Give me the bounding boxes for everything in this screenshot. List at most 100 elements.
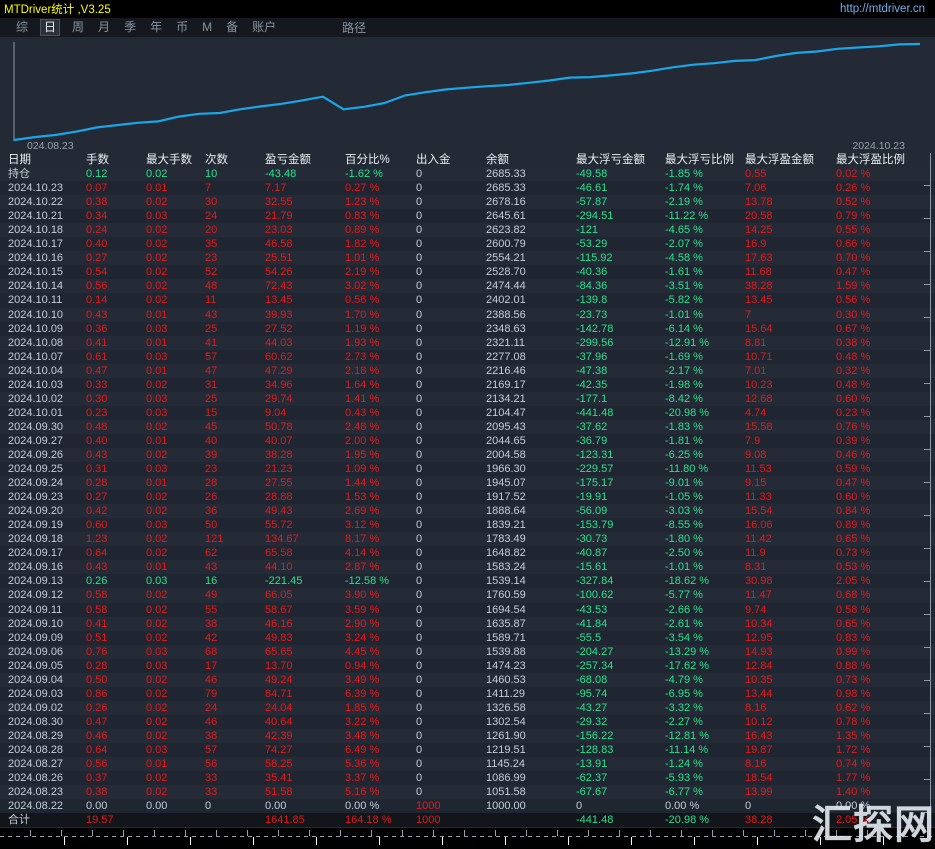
table-cell: 40.07 bbox=[265, 434, 293, 447]
table-cell: 0.07 bbox=[86, 182, 108, 195]
table-cell: 7.17 bbox=[265, 182, 287, 195]
table-cell: 2024.09.03 bbox=[8, 687, 64, 700]
table-row: 2024.09.16 0.43 0.01 43 44.10 2.87 % 0 1583.24 -… bbox=[0, 560, 935, 575]
table-cell: -11.80 % bbox=[665, 463, 709, 476]
table-cell: 2321.11 bbox=[486, 336, 525, 349]
table-row: 2024.08.23 0.38 0.02 33 51.58 5.16 % 0 1051.58 -… bbox=[0, 785, 935, 800]
table-cell: -4.65 % bbox=[665, 224, 703, 237]
table-cell: -36.79 bbox=[576, 434, 608, 447]
table-row: 2024.10.08 0.41 0.01 41 44.03 1.93 % 0 2321.11 -… bbox=[0, 335, 935, 350]
table-cell: 2474.44 bbox=[486, 280, 526, 293]
table-row: 2024.10.16 0.27 0.02 23 25.51 1.01 % 0 2554.21 -… bbox=[0, 251, 935, 266]
table-cell: 49.24 bbox=[265, 673, 293, 686]
table-cell: 0.02 bbox=[146, 533, 168, 546]
bottom-time-ruler[interactable] bbox=[0, 828, 935, 847]
table-cell: 0 bbox=[416, 238, 423, 251]
table-cell: 2044.65 bbox=[486, 434, 526, 447]
table-cell: -2.61 % bbox=[665, 617, 703, 630]
menu-item-币[interactable]: 币 bbox=[174, 19, 190, 36]
table-cell: 0 bbox=[416, 561, 423, 574]
table-cell: 3.22 % bbox=[345, 715, 380, 728]
table-cell: 7.06 bbox=[745, 182, 767, 195]
table-cell: 1000 bbox=[416, 800, 441, 813]
app-url-link[interactable]: http://mtdriver.cn bbox=[840, 3, 935, 15]
table-cell: 0.01 bbox=[146, 364, 168, 377]
table-cell: 10.71 bbox=[745, 350, 773, 363]
menu-item-账户[interactable]: 账户 bbox=[250, 19, 278, 36]
table-row: 2024.10.01 0.23 0.03 15 9.04 0.43 % 0 2104.47 -4… bbox=[0, 405, 935, 420]
table-cell: 44.10 bbox=[265, 561, 293, 574]
table-cell: 0.02 bbox=[146, 448, 168, 461]
table-row: 2024.08.27 0.56 0.01 56 58.25 5.36 % 0 1145.24 -… bbox=[0, 757, 935, 772]
table-cell: 1917.52 bbox=[486, 491, 526, 504]
menu-item-备[interactable]: 备 bbox=[224, 19, 240, 36]
table-cell: 0.30 bbox=[86, 392, 108, 405]
menu-item-季[interactable]: 季 bbox=[122, 19, 138, 36]
table-cell: 0.38 bbox=[86, 786, 108, 799]
table-cell: 0.54 bbox=[86, 266, 108, 279]
table-cell: 0.53 % bbox=[836, 561, 871, 574]
table-cell: 20.58 bbox=[745, 210, 773, 223]
table-cell: -294.51 bbox=[576, 210, 614, 223]
table-cell: 0.76 % bbox=[836, 420, 871, 433]
table-row: 2024.09.11 0.58 0.02 55 58.67 3.59 % 0 1694.54 -… bbox=[0, 602, 935, 617]
table-cell: 0 bbox=[416, 575, 423, 588]
table-cell: 2645.61 bbox=[486, 210, 526, 223]
table-cell: -62.37 bbox=[576, 772, 608, 785]
table-cell: 2024.08.28 bbox=[8, 743, 64, 756]
table-cell: 0.47 bbox=[86, 715, 108, 728]
table-cell: 1145.24 bbox=[486, 758, 525, 771]
table-cell: 0.27 % bbox=[345, 182, 380, 195]
table-cell: 0.62 % bbox=[836, 701, 871, 714]
table-cell: 0.01 bbox=[146, 561, 168, 574]
table-cell: 0.58 % bbox=[836, 603, 871, 616]
table-row: 2024.10.23 0.07 0.01 7 7.17 0.27 % 0 2685.33 -46… bbox=[0, 181, 935, 196]
table-cell: -84.36 bbox=[576, 280, 608, 293]
table-cell: 9.08 bbox=[745, 448, 767, 461]
table-cell: 0 bbox=[416, 701, 423, 714]
table-row: 2024.09.27 0.40 0.01 40 40.07 2.00 % 0 2044.65 -… bbox=[0, 433, 935, 448]
ruler-major-ticks bbox=[2, 837, 935, 845]
table-cell: 0 bbox=[416, 364, 423, 377]
table-cell: 2024.08.22 bbox=[8, 800, 64, 813]
table-cell: 2.87 % bbox=[345, 561, 380, 574]
menu-item-综[interactable]: 综 bbox=[14, 19, 30, 36]
table-cell: 1411.29 bbox=[486, 687, 525, 700]
table-row: 2024.09.04 0.50 0.02 46 49.24 3.49 % 0 1460.53 -… bbox=[0, 672, 935, 687]
menu-item-path[interactable]: 路径 bbox=[342, 19, 366, 36]
table-cell: -2.19 % bbox=[665, 196, 703, 209]
table-cell: -19.91 bbox=[576, 491, 608, 504]
table-row: 2024.10.03 0.33 0.02 31 34.96 1.64 % 0 2169.17 -… bbox=[0, 377, 935, 392]
table-cell: -40.87 bbox=[576, 547, 608, 560]
right-scrollbar-ruler[interactable] bbox=[924, 153, 931, 828]
menu-item-年[interactable]: 年 bbox=[148, 19, 164, 36]
table-cell: 15.64 bbox=[745, 322, 773, 335]
table-cell: 3.24 % bbox=[345, 631, 380, 644]
table-cell: 0.03 bbox=[146, 322, 168, 335]
table-row: 2024.10.18 0.24 0.02 20 23.03 0.89 % 0 2623.82 -… bbox=[0, 223, 935, 238]
menu-item-日[interactable]: 日 bbox=[40, 19, 61, 36]
table-cell: 1460.53 bbox=[486, 673, 526, 686]
table-cell: 0.02 bbox=[146, 547, 168, 560]
menu-item-M[interactable]: M bbox=[200, 19, 214, 36]
table-cell: 68 bbox=[205, 645, 218, 658]
table-cell: 44.03 bbox=[265, 336, 293, 349]
menu-item-月[interactable]: 月 bbox=[96, 19, 112, 36]
table-row: 2024.09.24 0.28 0.01 28 27.55 1.44 % 0 1945.07 -… bbox=[0, 476, 935, 491]
table-cell: 2.90 % bbox=[345, 617, 380, 630]
menu-item-周[interactable]: 周 bbox=[70, 19, 86, 36]
table-cell: 0.02 bbox=[146, 196, 168, 209]
table-cell: 1302.54 bbox=[486, 715, 526, 728]
table-cell: 0.47 bbox=[86, 364, 108, 377]
table-cell: 0 bbox=[416, 533, 423, 546]
table-cell: 0.70 % bbox=[836, 252, 871, 265]
table-cell: 47 bbox=[205, 364, 218, 377]
table-cell: 2024.10.09 bbox=[8, 322, 64, 335]
table-cell: 合计 bbox=[8, 814, 30, 827]
table-cell: -121 bbox=[576, 224, 599, 237]
table-cell: 30.98 bbox=[745, 575, 773, 588]
table-cell: 2.00 % bbox=[345, 434, 380, 447]
table-cell: 1635.87 bbox=[486, 617, 526, 630]
table-cell: 39 bbox=[205, 448, 218, 461]
table-cell: 15 bbox=[205, 406, 218, 419]
